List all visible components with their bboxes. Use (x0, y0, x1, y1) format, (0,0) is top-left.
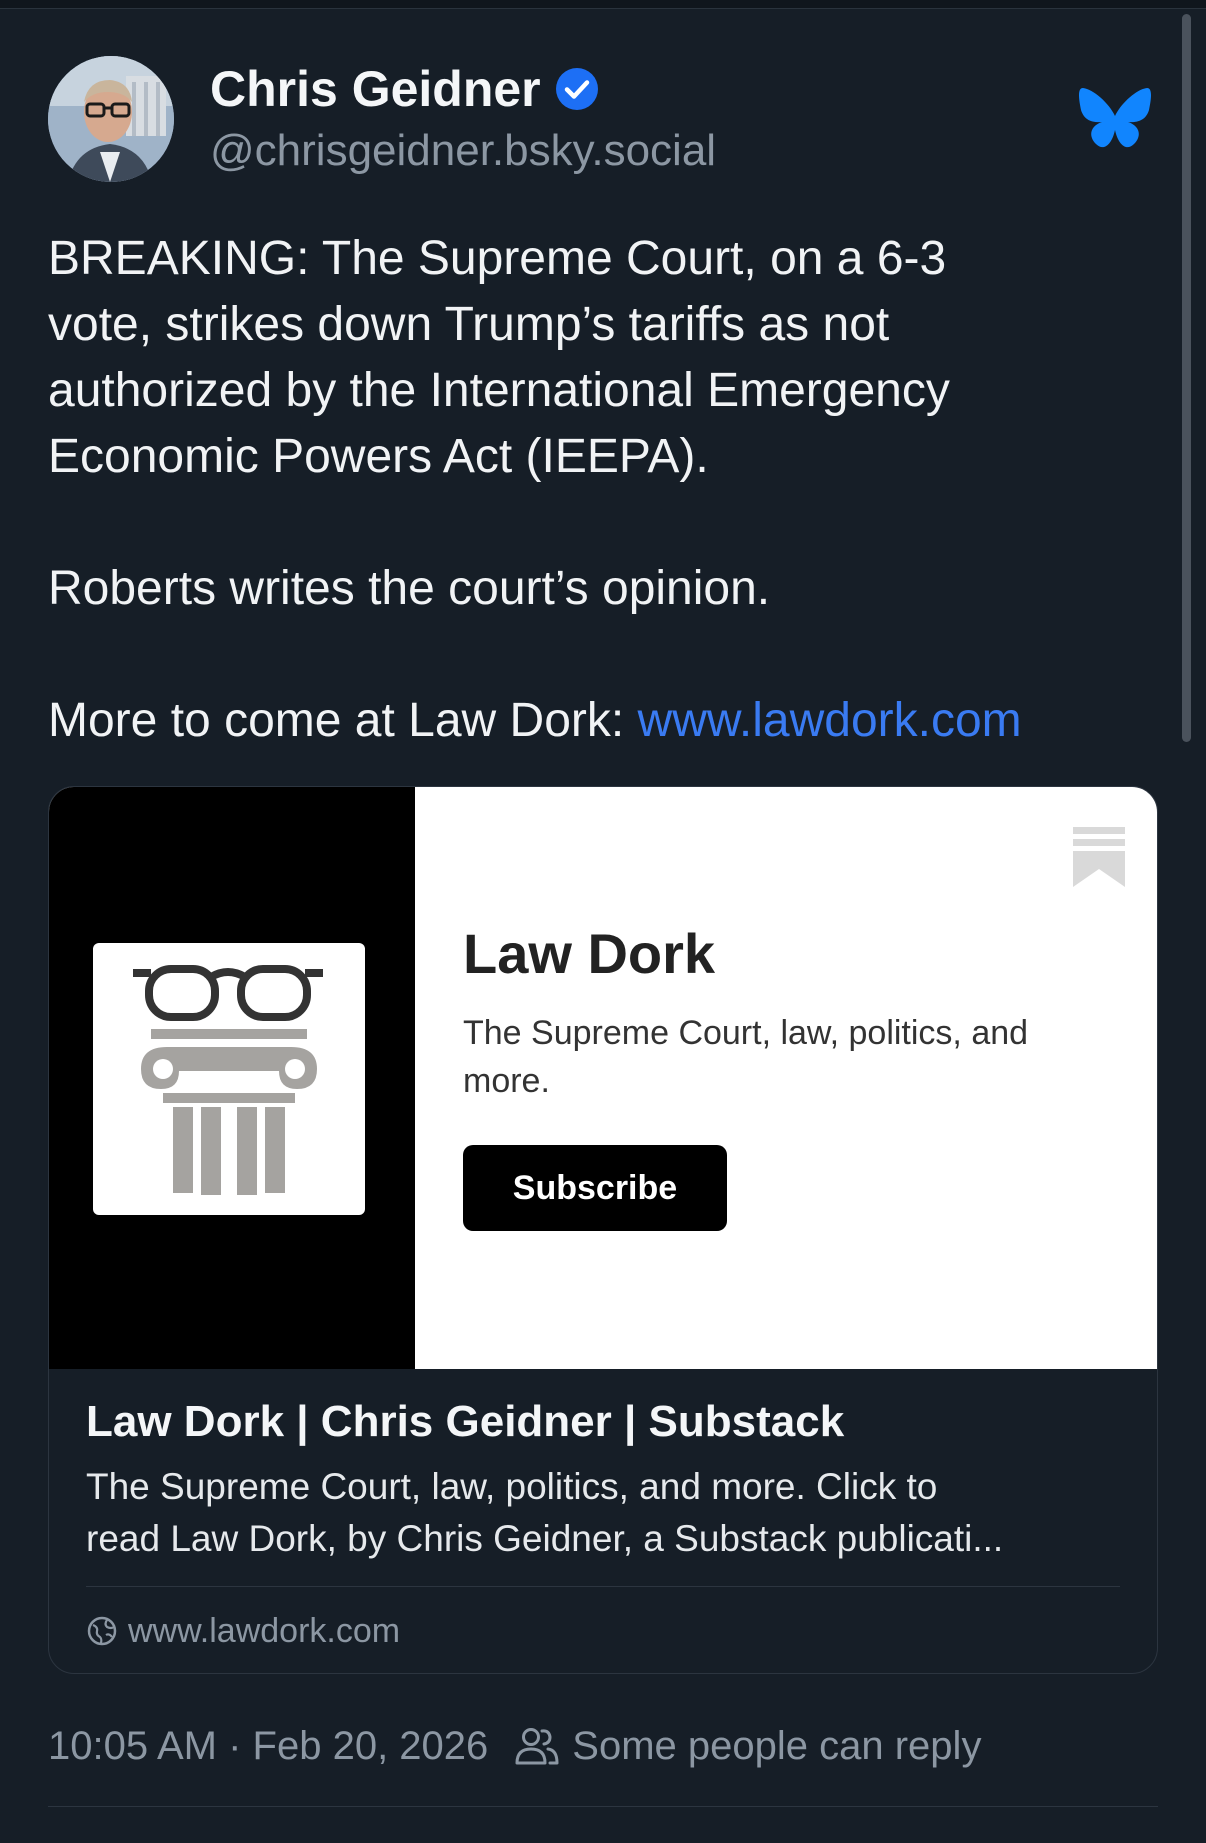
avatar[interactable] (48, 56, 174, 182)
author-handle[interactable]: @chrisgeidner.bsky.social (210, 126, 716, 176)
post-line: Economic Powers Act (IEEPA). (48, 430, 709, 483)
post-timestamp[interactable]: 10:05 AM · Feb 20, 2026 (48, 1724, 488, 1769)
link-card-divider (86, 1586, 1120, 1587)
link-card[interactable]: Law Dork The Supreme Court, law, politic… (48, 786, 1158, 1674)
link-card-description-line: The Supreme Court, law, politics, and mo… (86, 1466, 938, 1507)
subscribe-button[interactable]: Subscribe (463, 1145, 727, 1231)
globe-icon (87, 1616, 117, 1646)
scrollbar[interactable] (1182, 14, 1191, 742)
link-card-description: The Supreme Court, law, politics, and mo… (86, 1461, 1126, 1565)
link-card-title[interactable]: Law Dork | Chris Geidner | Substack (86, 1397, 844, 1447)
link-card-image-logo-panel (49, 787, 415, 1369)
link-card-description-line: read Law Dork, by Chris Geidner, a Subst… (86, 1518, 1004, 1559)
link-card-domain[interactable]: www.lawdork.com (86, 1607, 400, 1655)
post-line: authorized by the International Emergenc… (48, 364, 950, 417)
post-line: Roberts writes the court’s opinion. (48, 562, 771, 615)
post-body: BREAKING: The Supreme Court, on a 6-3 vo… (48, 226, 1168, 754)
publication-name: Law Dork (463, 922, 716, 985)
publication-description: The Supreme Court, law, politics, and mo… (463, 1014, 1029, 1100)
post-link-prefix: More to come at Law Dork: (48, 694, 638, 747)
link-card-domain-text[interactable]: www.lawdork.com (128, 1612, 400, 1651)
bookmark-icon (1073, 827, 1125, 887)
link-card-image[interactable]: Law Dork The Supreme Court, law, politic… (49, 787, 1157, 1369)
people-icon (515, 1728, 559, 1765)
author-display-name[interactable]: Chris Geidner (210, 60, 541, 118)
top-edge (0, 0, 1206, 9)
bottom-divider (48, 1806, 1158, 1807)
post-line-with-link: More to come at Law Dork: www.lawdork.co… (48, 688, 1168, 754)
post-meta: 10:05 AM · Feb 20, 2026 Some people can … (48, 1718, 981, 1774)
post-line: BREAKING: The Supreme Court, on a 6-3 (48, 232, 947, 285)
author-name[interactable]: Chris Geidner (210, 58, 599, 120)
post-link[interactable]: www.lawdork.com (638, 694, 1022, 747)
reply-setting[interactable]: Some people can reply (572, 1724, 981, 1769)
bluesky-butterfly-icon[interactable] (1078, 86, 1152, 152)
post-line: vote, strikes down Trump’s tariffs as no… (48, 298, 890, 351)
verified-badge-icon[interactable] (555, 67, 599, 111)
law-dork-logo (93, 943, 365, 1215)
